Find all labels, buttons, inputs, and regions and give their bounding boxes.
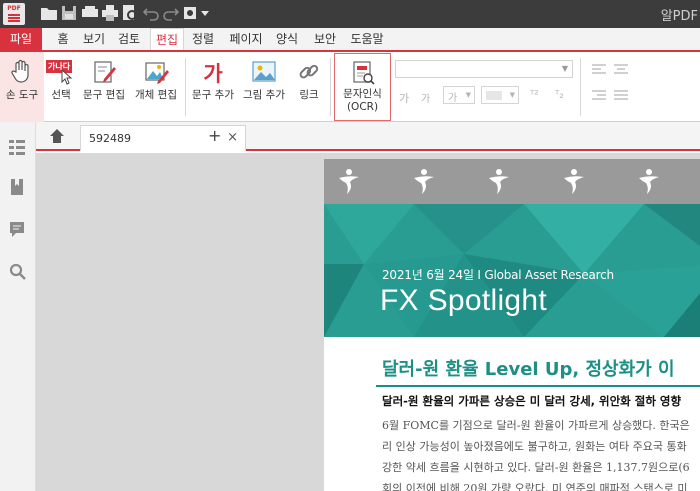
- bookmark-icon[interactable]: [8, 178, 26, 196]
- add-image-label: 그림 추가: [243, 89, 285, 101]
- hand-tool-label: 손 도구: [5, 89, 39, 101]
- menu-bar: 파일 홈 보기 검토 편집 정렬 페이지 양식 보안 도움말: [0, 28, 700, 52]
- menu-lines-icon: [8, 14, 20, 22]
- ribbon-toolbar: 손 도구 가나다 선택 문구 편집 개체 편집 가 문구 추가 그림 추가 링크…: [0, 52, 700, 122]
- paragraph-line: 강한 약세 흐름을 시현하고 있다. 달러-원 환율은 1,137.7원으로(6: [382, 461, 690, 474]
- report-date-line: 2021년 6월 24일 I Global Asset Research: [382, 268, 614, 282]
- add-image-button[interactable]: 그림 추가: [240, 55, 288, 119]
- select-label: 선택: [51, 89, 71, 101]
- cursor-icon: [61, 69, 73, 85]
- home-icon[interactable]: [49, 128, 65, 144]
- paragraph-line: 회의 이전에 비해 20원 가량 오랐다. 미 연준의 매파적 스탠스로 미: [382, 482, 688, 491]
- chevron-down-icon: ▼: [561, 64, 568, 73]
- ocr-label-line1: 문자인식: [343, 88, 382, 100]
- highlight-color-select[interactable]: ▼: [481, 86, 519, 104]
- heading-rule: [376, 385, 700, 387]
- link-label: 링크: [299, 89, 319, 101]
- left-sidebar: [0, 122, 36, 491]
- menu-tab-page[interactable]: 페이지: [227, 28, 265, 50]
- hero-banner: 2021년 6월 24일 I Global Asset Research FX …: [324, 204, 700, 337]
- select-button[interactable]: 가나다 선택: [44, 55, 78, 119]
- chevron-down-icon: ▼: [465, 91, 471, 99]
- undo-icon[interactable]: [142, 4, 160, 22]
- title-bar: PDF 알PDF: [0, 0, 700, 28]
- menu-tab-form[interactable]: 양식: [274, 28, 300, 50]
- print-preview-icon[interactable]: [121, 4, 139, 22]
- comment-icon[interactable]: [8, 220, 26, 238]
- ocr-button[interactable]: 문자인식 (OCR): [334, 53, 391, 121]
- logo-mark-icon: [564, 169, 584, 194]
- add-text-button[interactable]: 가 문구 추가: [189, 55, 237, 119]
- app-logo[interactable]: PDF: [3, 3, 25, 25]
- text-edit-label: 문구 편집: [83, 89, 125, 101]
- align-center-icon[interactable]: [614, 64, 628, 76]
- ribbon-separator: [580, 58, 581, 116]
- object-edit-button[interactable]: 개체 편집: [131, 55, 181, 119]
- open-folder-icon[interactable]: [40, 4, 58, 22]
- document-tab-title: 592489: [89, 132, 131, 145]
- search-icon[interactable]: [8, 262, 26, 280]
- thumbnails-icon[interactable]: [8, 138, 26, 156]
- scan-icon[interactable]: [81, 4, 99, 22]
- menu-tab-arrange[interactable]: 정렬: [190, 28, 216, 50]
- paragraph-line: 6월 FOMC를 기점으로 달러-원 환율이 가파르게 상승했다. 한국은: [382, 419, 690, 432]
- quick-access-dropdown-icon[interactable]: [199, 4, 211, 22]
- menu-tab-help[interactable]: 도움말: [348, 28, 386, 50]
- link-icon: [299, 64, 319, 79]
- text-edit-icon: [94, 61, 116, 83]
- menu-tab-security[interactable]: 보안: [312, 28, 338, 50]
- image-icon: [252, 61, 276, 82]
- link-button[interactable]: 링크: [292, 55, 326, 119]
- save-icon[interactable]: [60, 4, 78, 22]
- align-left-icon[interactable]: [592, 64, 606, 76]
- logo-mark-icon: [489, 169, 509, 194]
- font-size-decrease-glyph[interactable]: 가: [421, 90, 430, 105]
- align-justify-icon[interactable]: [614, 90, 628, 102]
- ocr-icon: [352, 61, 375, 85]
- menu-tab-review[interactable]: 검토: [116, 28, 142, 50]
- add-text-label: 문구 추가: [192, 89, 234, 101]
- font-size-increase-glyph[interactable]: 가: [399, 90, 409, 106]
- menu-tab-file[interactable]: 파일: [0, 28, 42, 50]
- ocr-label-line2: (OCR): [346, 101, 379, 113]
- add-tab-button[interactable]: +: [208, 126, 221, 145]
- report-title: FX Spotlight: [380, 284, 548, 317]
- menu-tab-home[interactable]: 홈: [52, 28, 74, 50]
- align-right-icon[interactable]: [592, 90, 606, 102]
- logo-mark-icon: [339, 169, 359, 194]
- document-tab-strip: 592489 × +: [36, 122, 700, 151]
- ribbon-separator: [185, 58, 186, 116]
- document-viewport[interactable]: 2021년 6월 24일 I Global Asset Research FX …: [36, 153, 700, 491]
- menu-tab-edit[interactable]: 편집: [150, 28, 184, 50]
- color-swatch: [486, 91, 502, 100]
- header-logo-band: [324, 159, 700, 204]
- logo-mark-icon: [414, 169, 434, 194]
- hand-tool-button[interactable]: 손 도구: [0, 52, 44, 122]
- text-edit-button[interactable]: 문구 편집: [80, 55, 128, 119]
- object-edit-icon: [145, 62, 169, 84]
- chevron-down-icon: ▼: [509, 91, 515, 99]
- hand-icon: [11, 59, 29, 83]
- redo-icon[interactable]: [162, 4, 180, 22]
- document-subheading: 달러-원 환율의 가파른 상승은 미 달러 강세, 위안화 절하 영향: [382, 394, 682, 408]
- logo-mark-icon: [639, 169, 659, 194]
- font-color-glyph: 가: [448, 93, 458, 104]
- menu-tab-view[interactable]: 보기: [82, 28, 106, 50]
- add-text-icon: 가: [203, 62, 223, 86]
- paragraph-line: 리 인상 가능성이 높아졌음에도 불구하고, 원화는 여타 주요국 통화: [382, 440, 687, 453]
- font-color-select[interactable]: 가 ▼: [443, 86, 475, 104]
- close-icon[interactable]: ×: [227, 130, 238, 145]
- snapshot-icon[interactable]: [181, 4, 199, 22]
- subscript-icon[interactable]: ᵀ₂: [555, 88, 564, 101]
- ribbon-separator: [330, 58, 331, 116]
- document-heading: 달러-원 환율 Level Up, 정상화가 이: [382, 359, 675, 380]
- font-name-select[interactable]: ▼: [395, 60, 573, 78]
- object-edit-label: 개체 편집: [135, 89, 177, 101]
- app-logo-text: PDF: [7, 5, 21, 12]
- superscript-icon[interactable]: ᵀ²: [530, 88, 539, 101]
- pdf-page: 2021년 6월 24일 I Global Asset Research FX …: [324, 159, 700, 491]
- app-title: 알PDF: [660, 9, 698, 24]
- print-icon[interactable]: [101, 4, 119, 22]
